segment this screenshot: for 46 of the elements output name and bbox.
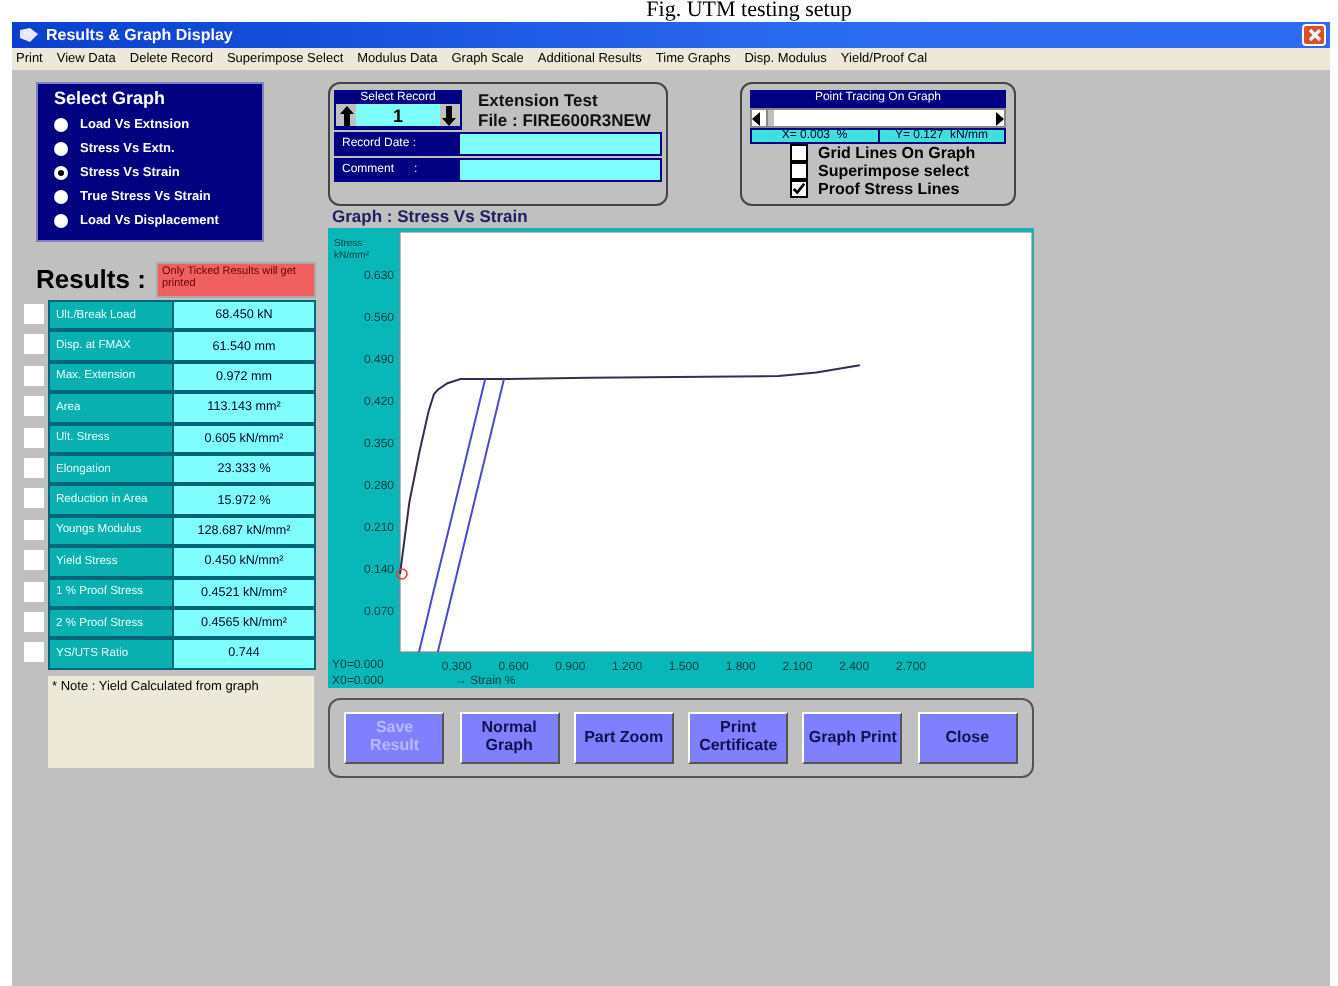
radio-button[interactable]	[54, 165, 68, 179]
checkbox-label[interactable]: Grid Lines On Graph	[818, 144, 976, 162]
checkbox[interactable]	[24, 365, 44, 386]
figure-caption: Fig. UTM testing setup	[644, 0, 854, 22]
trace-marker-icon	[396, 568, 408, 580]
close-button[interactable]	[1302, 24, 1326, 46]
record-number: 1	[392, 105, 403, 125]
checkbox[interactable]	[24, 642, 44, 663]
checkbox[interactable]	[24, 611, 44, 632]
checkbox[interactable]	[24, 519, 44, 540]
action-button[interactable]: Part Zoom	[573, 712, 674, 764]
up-arrow-button[interactable]	[336, 104, 356, 126]
checkbox-label[interactable]: Proof Stress Lines	[818, 180, 960, 198]
app-icon	[20, 28, 38, 42]
results-heading: Results :	[34, 264, 148, 294]
checkbox[interactable]	[24, 427, 44, 448]
action-button[interactable]: Print Certificate	[688, 712, 789, 764]
radio-button[interactable]	[54, 213, 68, 227]
window-title: Results & Graph Display	[46, 26, 235, 44]
down-arrow-button[interactable]	[439, 104, 460, 126]
checkbox[interactable]	[24, 334, 44, 355]
checkbox[interactable]	[790, 144, 808, 162]
checkbox-label[interactable]: Superimpose select	[818, 162, 970, 180]
right-arrow-icon[interactable]	[992, 111, 1004, 125]
action-button[interactable]: Graph Print	[802, 712, 903, 764]
record-date-field[interactable]	[458, 132, 662, 156]
radio-button[interactable]	[54, 189, 68, 203]
left-arrow-icon[interactable]	[752, 111, 764, 125]
radio-button[interactable]	[54, 117, 68, 131]
action-button[interactable]: Close	[917, 712, 1018, 764]
graph-title: Graph : Stress Vs Strain	[332, 206, 530, 226]
checkbox[interactable]	[24, 488, 44, 509]
radio-button[interactable]	[54, 141, 68, 155]
comment-field[interactable]	[458, 158, 662, 182]
checkbox[interactable]	[24, 304, 44, 324]
test-name: Extension Test	[478, 90, 600, 110]
group-title: Select Graph	[54, 88, 168, 108]
checkbox[interactable]	[790, 162, 808, 180]
file-name: File : FIRE600R3NEW	[478, 110, 651, 130]
action-button[interactable]: Normal Graph	[459, 712, 560, 764]
checkbox[interactable]	[24, 581, 44, 602]
horizontal-scrollbar[interactable]	[750, 108, 1006, 128]
checkbox[interactable]	[24, 396, 44, 417]
checkbox[interactable]	[24, 457, 44, 478]
checkbox[interactable]	[790, 180, 808, 198]
checkbox[interactable]	[24, 550, 44, 571]
